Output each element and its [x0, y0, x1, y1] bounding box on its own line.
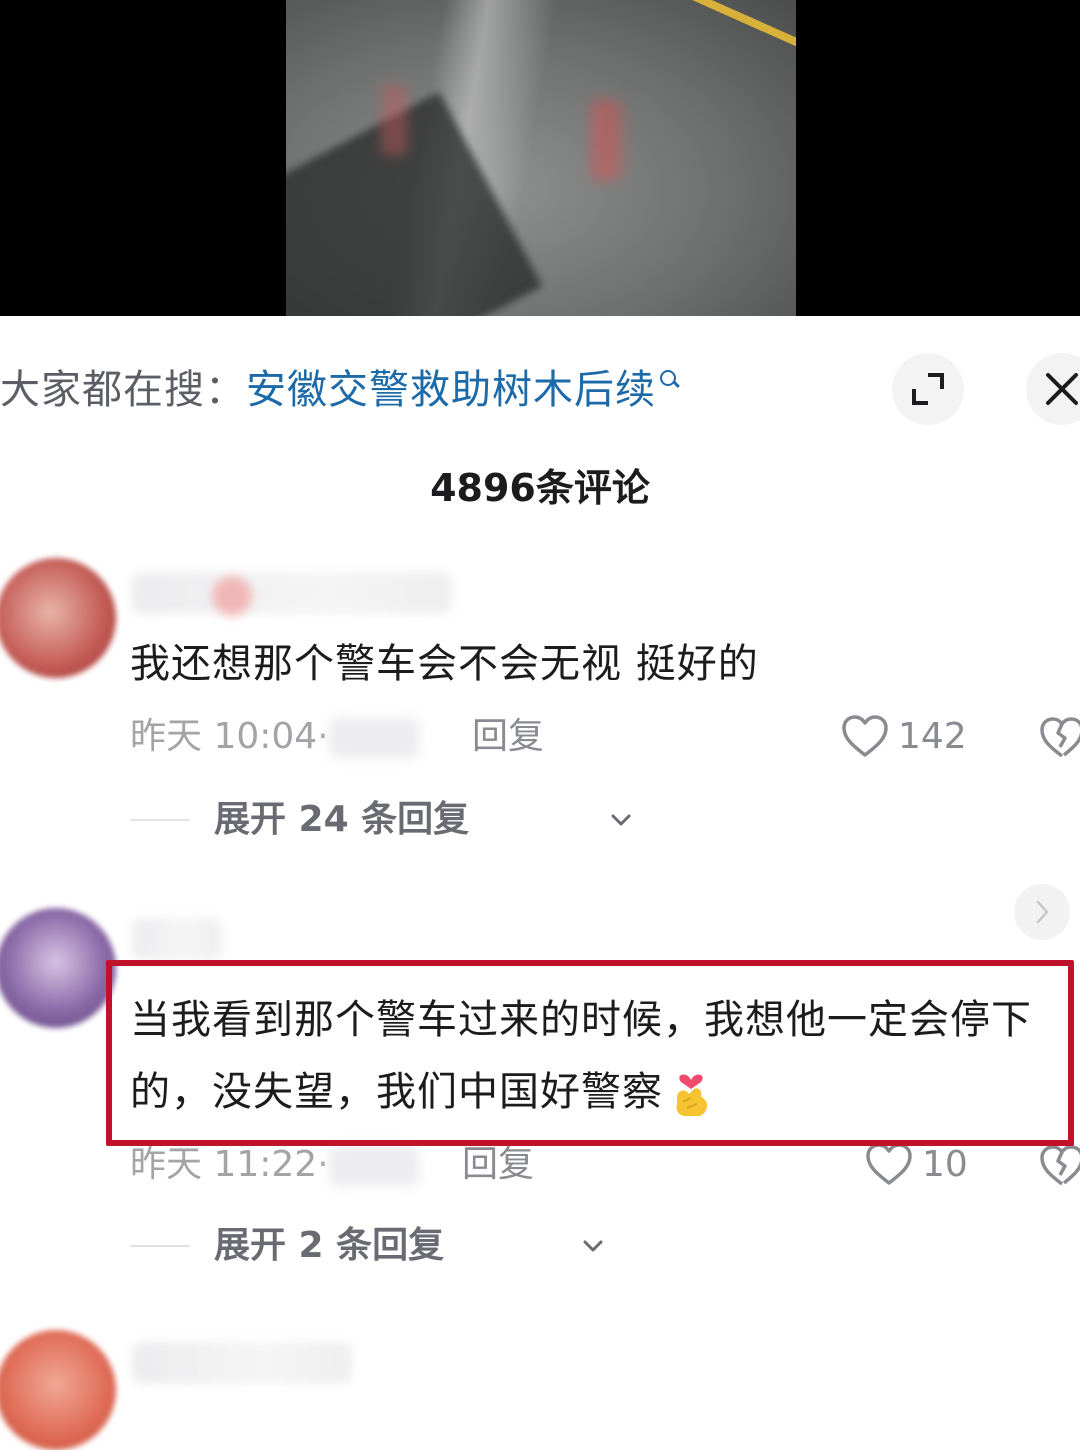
comment-meta: 昨天 11:22·: [130, 1140, 419, 1190]
close-icon: [1046, 373, 1078, 405]
fullscreen-button[interactable]: [892, 353, 964, 425]
close-button[interactable]: [1026, 353, 1080, 425]
chevron-right-icon: [1036, 900, 1049, 924]
next-button[interactable]: [1014, 884, 1070, 940]
avatar[interactable]: [0, 908, 116, 1028]
video-road-curb: [286, 91, 543, 316]
search-icon: [658, 370, 678, 390]
like-count: 142: [898, 716, 967, 757]
comment-text: 当我看到那个警车过来的时候，我想他一定会停下的，没失望，我们中国好警察: [130, 984, 1070, 1128]
comment-meta: 昨天 10:04·: [130, 712, 419, 762]
dislike-button[interactable]: [1038, 1144, 1080, 1188]
expand-replies-label: 展开 2 条回复: [214, 1225, 445, 1266]
video-frame[interactable]: [286, 0, 796, 316]
heart-icon: [842, 715, 888, 757]
location-blurred: [328, 718, 419, 758]
video-lane-line: [664, 0, 796, 61]
avatar[interactable]: [0, 558, 116, 678]
avatar[interactable]: [0, 1330, 116, 1450]
comments-count-title: 4896条评论: [430, 466, 650, 510]
heart-hands-icon: [669, 1068, 713, 1120]
comment-text: 我还想那个警车会不会无视 挺好的: [130, 641, 759, 687]
chevron-down-icon: [611, 814, 631, 826]
like-count: 10: [922, 1144, 968, 1185]
location-blurred: [328, 1146, 419, 1186]
username-blurred[interactable]: [132, 572, 452, 616]
search-suggestion-prefix: 大家都在搜：: [0, 367, 246, 413]
reply-button[interactable]: 回复: [462, 1140, 534, 1190]
comment-text-content: 当我看到那个警车过来的时候，我想他一定会停下的，没失望，我们中国好警察: [130, 997, 1032, 1115]
username-blurred[interactable]: [132, 918, 222, 960]
expand-replies-label: 展开 24 条回复: [214, 799, 470, 840]
broken-heart-icon: [1040, 717, 1080, 758]
video-player[interactable]: [0, 0, 1080, 316]
search-suggestion-link[interactable]: 安徽交警救助树木后续: [246, 367, 656, 413]
broken-heart-icon: [1040, 1145, 1080, 1186]
expand-icon: [912, 373, 944, 405]
heart-icon: [866, 1143, 912, 1185]
expand-divider: [130, 819, 190, 821]
search-suggestion[interactable]: 大家都在搜：安徽交警救助树木后续: [0, 362, 678, 418]
video-light-reflection: [381, 85, 407, 155]
dislike-button[interactable]: [1038, 716, 1080, 760]
reply-button[interactable]: 回复: [472, 712, 544, 762]
comment-time: 昨天 10:04·: [130, 716, 329, 757]
video-light-reflection: [591, 100, 621, 180]
expand-divider: [130, 1245, 190, 1247]
chevron-down-icon: [583, 1240, 603, 1252]
comment-time: 昨天 11:22·: [130, 1144, 329, 1185]
